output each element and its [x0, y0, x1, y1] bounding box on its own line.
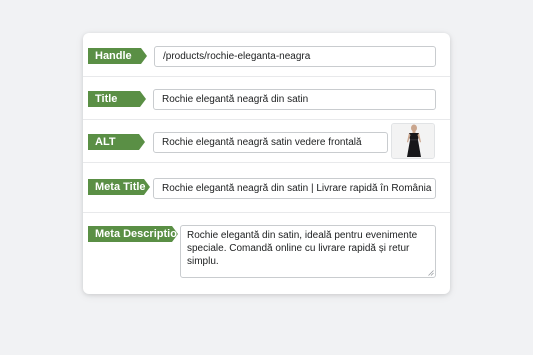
- handle-row: Handle /products/rochie-eleganta-neagra: [83, 33, 450, 77]
- handle-label: Handle: [88, 48, 147, 64]
- meta-title-row: Meta Title Rochie elegantă neagră din sa…: [83, 163, 450, 213]
- meta-title-label: Meta Title: [88, 179, 150, 195]
- title-label: Title: [88, 91, 146, 107]
- handle-input[interactable]: /products/rochie-eleganta-neagra: [154, 46, 436, 67]
- meta-description-row: Meta Description Rochie elegantă din sat…: [83, 213, 450, 294]
- alt-label: ALT: [88, 134, 145, 150]
- title-row: Title Rochie elegantă neagră din satin: [83, 77, 450, 120]
- alt-row: ALT Rochie elegantă neagră satin vedere …: [83, 120, 450, 163]
- meta-title-input[interactable]: Rochie elegantă neagră din satin | Livra…: [153, 178, 436, 199]
- meta-description-label: Meta Description: [88, 226, 178, 242]
- meta-description-text: Rochie elegantă din satin, ideală pentru…: [187, 230, 418, 267]
- alt-input[interactable]: Rochie elegantă neagră satin vedere fron…: [153, 132, 388, 153]
- black-dress-thumbnail-icon[interactable]: [391, 123, 435, 159]
- title-input[interactable]: Rochie elegantă neagră din satin: [153, 89, 436, 110]
- seo-fields-card: Handle /products/rochie-eleganta-neagra …: [83, 33, 450, 294]
- resize-handle-icon[interactable]: [428, 270, 434, 276]
- meta-description-textarea[interactable]: Rochie elegantă din satin, ideală pentru…: [180, 225, 436, 278]
- black-dress-image: [392, 124, 434, 158]
